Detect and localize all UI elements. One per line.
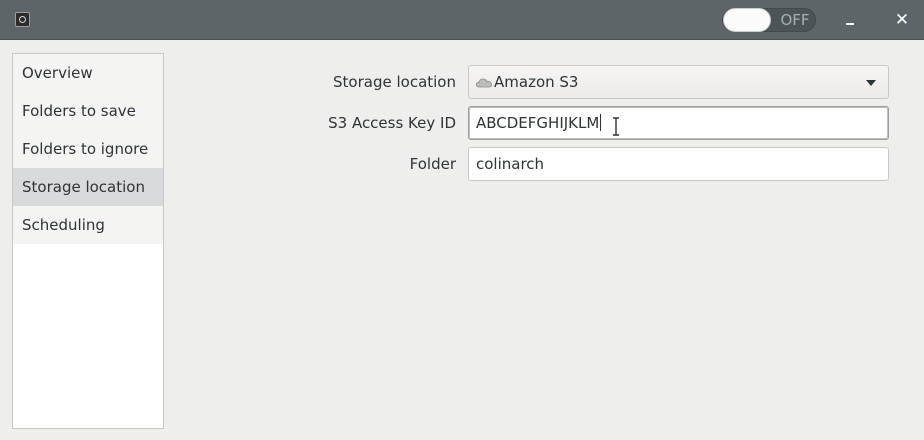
backup-toggle[interactable]: OFF [722,8,816,32]
storage-location-value: Amazon S3 [494,73,579,91]
minimize-icon [846,23,854,25]
titlebar: OFF ✕ [0,0,924,40]
minimize-button[interactable] [838,8,862,32]
access-key-label: S3 Access Key ID [328,114,456,132]
access-key-input[interactable]: ABCDEFGHIJKLM [468,106,889,140]
folder-input[interactable]: colinarch [468,147,889,181]
camera-icon [15,12,30,27]
sidebar-item-folders-to-ignore[interactable]: Folders to ignore [13,130,163,168]
sidebar-item-overview[interactable]: Overview [13,54,163,92]
sidebar-item-label: Scheduling [22,216,105,234]
text-caret [600,114,602,131]
access-key-value: ABCDEFGHIJKLM [476,114,600,132]
toggle-knob[interactable] [723,8,771,32]
sidebar-item-scheduling[interactable]: Scheduling [13,206,163,244]
chevron-down-icon [866,80,876,86]
sidebar-item-label: Storage location [22,178,145,196]
folder-label: Folder [409,155,456,173]
storage-location-dropdown[interactable]: Amazon S3 [468,65,889,99]
sidebar-item-storage-location[interactable]: Storage location [13,168,163,206]
sidebar: Overview Folders to save Folders to igno… [12,53,164,429]
close-icon: ✕ [894,10,910,30]
folder-value: colinarch [476,155,545,173]
sidebar-item-label: Overview [22,64,93,82]
ibeam-cursor-icon [613,117,619,136]
sidebar-item-label: Folders to save [22,102,136,120]
sidebar-item-label: Folders to ignore [22,140,149,158]
close-button[interactable]: ✕ [890,8,914,32]
storage-location-label: Storage location [333,73,456,91]
sidebar-item-folders-to-save[interactable]: Folders to save [13,92,163,130]
cloud-icon [476,78,492,88]
toggle-state-label: OFF [780,11,810,29]
